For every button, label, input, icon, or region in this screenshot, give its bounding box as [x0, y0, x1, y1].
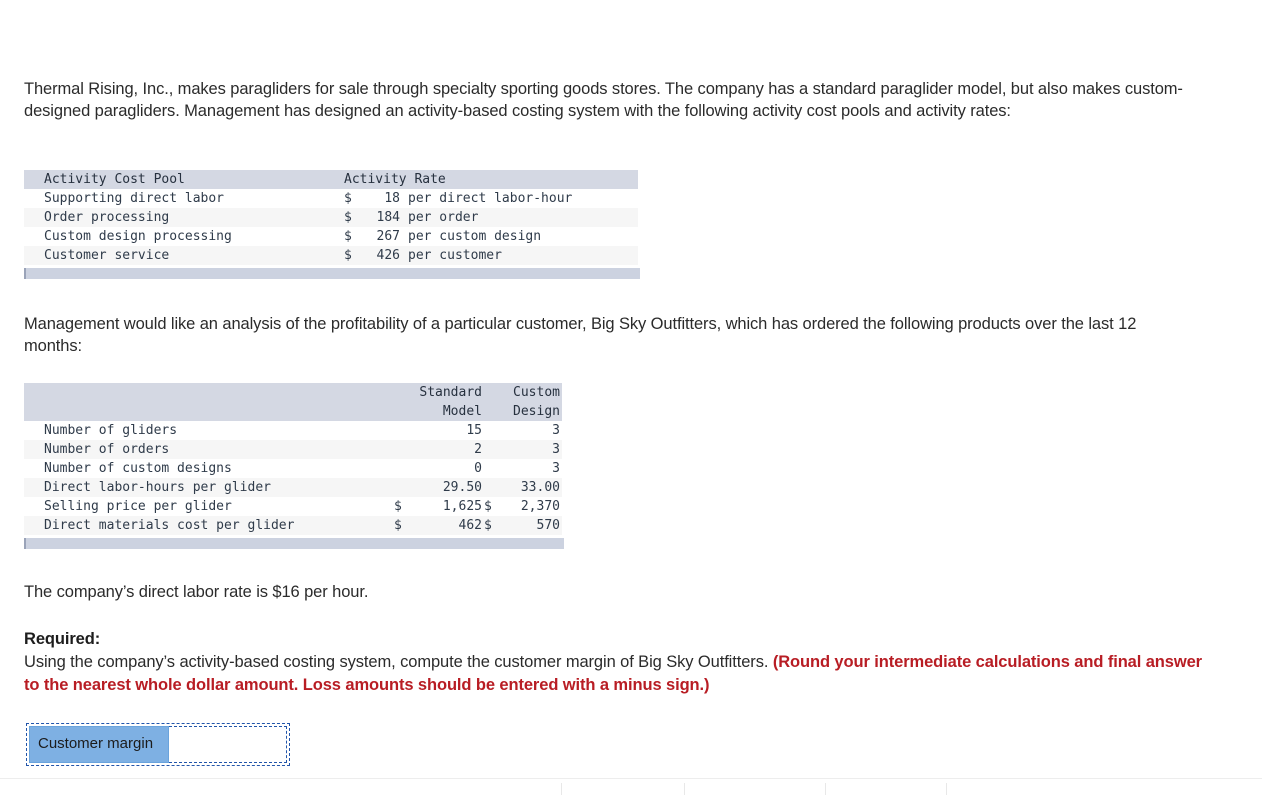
cell-cost-pool: Custom design processing	[24, 227, 344, 246]
column-header-custom-design-line2: Design	[484, 402, 562, 421]
cell-custom-value: 570	[500, 516, 562, 535]
cell-custom-value: 2,370	[500, 497, 562, 516]
toolbar-divider	[946, 783, 947, 795]
intro-paragraph: Thermal Rising, Inc., makes paragliders …	[24, 79, 1189, 122]
column-header-blank	[24, 383, 394, 402]
activity-rate-table: Activity Cost Pool Activity Rate Support…	[24, 170, 638, 265]
cell-rate-unit: per order	[402, 208, 638, 227]
column-header-blank-2	[24, 402, 394, 421]
analysis-paragraph: Management would like an analysis of the…	[24, 314, 1174, 357]
customer-margin-input[interactable]	[169, 726, 287, 763]
table-row: Custom design processing $ 267 per custo…	[24, 227, 638, 246]
cell-custom-value: 3	[500, 440, 562, 459]
column-header-custom-design-line1: Custom	[484, 383, 562, 402]
cell-rate-unit: per direct labor-hour	[402, 189, 638, 208]
table-header-row-line1: Standard Custom	[24, 383, 562, 402]
column-header-standard-model-line2: Model	[394, 402, 484, 421]
cell-cost-pool: Customer service	[24, 246, 344, 265]
customer-margin-label: Customer margin	[29, 726, 169, 763]
cell-rate-amount: 267	[368, 227, 402, 246]
table-header-row: Activity Cost Pool Activity Rate	[24, 170, 638, 189]
table-row: Supporting direct labor $ 18 per direct …	[24, 189, 638, 208]
cell-standard-sign	[394, 421, 410, 440]
cell-standard-value: 462	[410, 516, 484, 535]
cell-standard-value: 15	[410, 421, 484, 440]
cell-custom-sign	[484, 421, 500, 440]
cell-standard-sign: $	[394, 516, 410, 535]
cell-rate-amount: 18	[368, 189, 402, 208]
cell-custom-sign	[484, 440, 500, 459]
cell-row-label: Number of gliders	[24, 421, 394, 440]
table-row: Number of gliders 15 3	[24, 421, 562, 440]
cell-custom-sign: $	[484, 497, 500, 516]
table-row: Selling price per glider $ 1,625 $ 2,370	[24, 497, 562, 516]
cell-standard-sign: $	[394, 497, 410, 516]
activity-rate-table-scrollbar[interactable]	[24, 267, 638, 279]
cell-currency-sign: $	[344, 208, 368, 227]
labor-rate-paragraph: The company’s direct labor rate is $16 p…	[24, 582, 824, 604]
answer-entry-widget[interactable]: Customer margin	[26, 723, 290, 766]
table-row: Number of orders 2 3	[24, 440, 562, 459]
cell-custom-sign: $	[484, 516, 500, 535]
cell-standard-value: 1,625	[410, 497, 484, 516]
cell-custom-value: 3	[500, 459, 562, 478]
cell-standard-value: 29.50	[410, 478, 484, 497]
cell-standard-value: 2	[410, 440, 484, 459]
customer-orders-table: Standard Custom Model Design Number of g…	[24, 383, 562, 535]
required-heading: Required:	[24, 628, 1204, 651]
table-row: Customer service $ 426 per customer	[24, 246, 638, 265]
cell-currency-sign: $	[344, 227, 368, 246]
toolbar-divider	[825, 783, 826, 795]
cell-row-label: Selling price per glider	[24, 497, 394, 516]
table-row: Direct labor-hours per glider 29.50 33.0…	[24, 478, 562, 497]
cell-row-label: Number of orders	[24, 440, 394, 459]
cell-row-label: Direct labor-hours per glider	[24, 478, 394, 497]
cell-standard-sign	[394, 440, 410, 459]
cell-cost-pool: Order processing	[24, 208, 344, 227]
cell-row-label: Number of custom designs	[24, 459, 394, 478]
scrollbar-thumb[interactable]	[24, 268, 640, 279]
toolbar-divider	[561, 783, 562, 795]
required-block: Required: Using the company’s activity-b…	[24, 628, 1204, 697]
cell-custom-sign	[484, 459, 500, 478]
bottom-toolbar	[0, 778, 1262, 795]
table-row: Order processing $ 184 per order	[24, 208, 638, 227]
cell-custom-sign	[484, 478, 500, 497]
cell-standard-sign	[394, 478, 410, 497]
cell-standard-sign	[394, 459, 410, 478]
cell-currency-sign: $	[344, 189, 368, 208]
cell-currency-sign: $	[344, 246, 368, 265]
cell-rate-amount: 184	[368, 208, 402, 227]
column-header-activity-rate: Activity Rate	[344, 170, 638, 189]
activity-rate-table-container: Activity Cost Pool Activity Rate Support…	[24, 170, 638, 279]
column-header-standard-model-line1: Standard	[394, 383, 484, 402]
cell-custom-value: 33.00	[500, 478, 562, 497]
cell-cost-pool: Supporting direct labor	[24, 189, 344, 208]
table-row: Number of custom designs 0 3	[24, 459, 562, 478]
cell-custom-value: 3	[500, 421, 562, 440]
cell-rate-unit: per customer	[402, 246, 638, 265]
cell-rate-amount: 426	[368, 246, 402, 265]
question-page: Thermal Rising, Inc., makes paragliders …	[0, 0, 1262, 795]
cell-row-label: Direct materials cost per glider	[24, 516, 394, 535]
required-instruction-text: Using the company’s activity-based costi…	[24, 653, 773, 671]
cell-standard-value: 0	[410, 459, 484, 478]
cell-rate-unit: per custom design	[402, 227, 638, 246]
table-header-row-line2: Model Design	[24, 402, 562, 421]
customer-orders-table-scrollbar[interactable]	[24, 537, 562, 549]
customer-orders-table-container: Standard Custom Model Design Number of g…	[24, 383, 562, 549]
column-header-activity-cost-pool: Activity Cost Pool	[24, 170, 344, 189]
scrollbar-thumb[interactable]	[24, 538, 564, 549]
required-instruction: Using the company’s activity-based costi…	[24, 651, 1204, 697]
table-row: Direct materials cost per glider $ 462 $…	[24, 516, 562, 535]
toolbar-divider	[684, 783, 685, 795]
